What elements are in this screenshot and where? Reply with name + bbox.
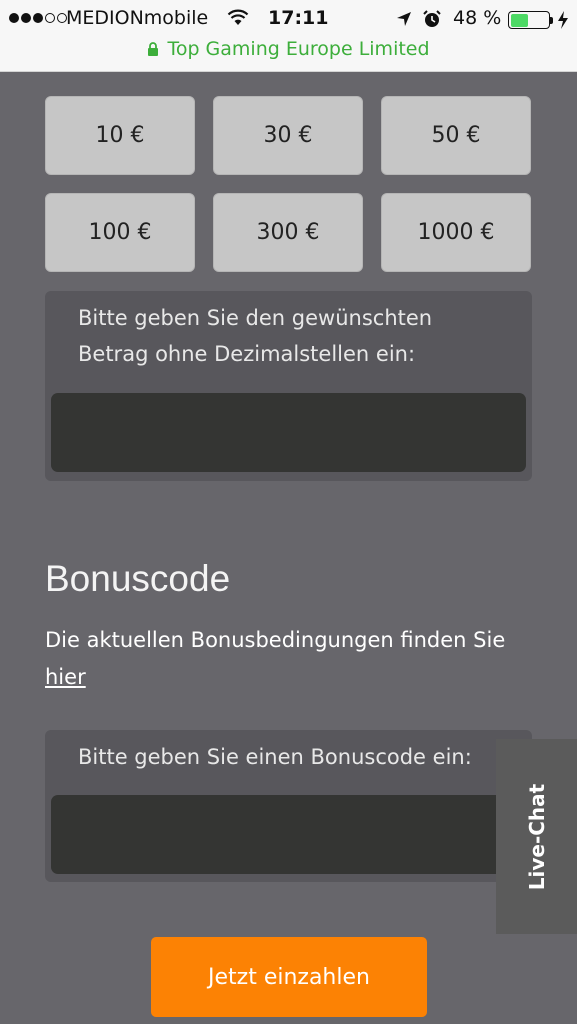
custom-amount-label: Bitte geben Sie den gewünschten Betrag o… [78,306,433,366]
amount-button-30[interactable]: 30 € [213,96,363,175]
amount-button-50[interactable]: 50 € [381,96,531,175]
bonus-code-input[interactable] [51,795,526,874]
page-security-title[interactable]: Top Gaming Europe Limited [0,38,577,60]
battery-cap [550,17,553,24]
bonus-heading: Bonuscode [45,558,231,599]
signal-strength-icon [9,13,67,23]
amount-button-1000[interactable]: 1000 € [381,193,531,272]
amount-button-10[interactable]: 10 € [45,96,195,175]
amount-button-300[interactable]: 300 € [213,193,363,272]
live-chat-button[interactable]: Live-Chat [496,739,577,934]
custom-amount-panel: Bitte geben Sie den gewünschten Betrag o… [45,291,532,481]
clock-time: 17:11 [268,7,329,29]
amount-button-100[interactable]: 100 € [45,193,195,272]
battery-icon [508,11,550,29]
lock-icon [148,42,159,56]
bonus-info-text: Die aktuellen Bonusbedingungen finden Si… [45,622,515,696]
charging-bolt-icon [558,11,568,29]
bonus-code-panel: Bitte geben Sie einen Bonuscode ein: [45,730,532,882]
status-bar: MEDIONmobile 17:11 48 % Top Gaming Europ… [0,0,577,72]
carrier-name: MEDIONmobile [66,7,209,29]
live-chat-label: Live-Chat [524,783,549,890]
alarm-clock-icon [423,10,441,27]
bonus-info-sentence: Die aktuellen Bonusbedingungen finden Si… [45,628,506,652]
deposit-submit-button[interactable]: Jetzt einzahlen [151,937,427,1017]
site-owner-label: Top Gaming Europe Limited [167,38,430,60]
location-arrow-icon [397,12,411,26]
custom-amount-input[interactable] [51,393,526,472]
bonus-terms-link[interactable]: hier [45,665,86,689]
battery-percentage: 48 % [453,7,502,29]
wifi-icon [227,9,249,25]
bonus-code-label: Bitte geben Sie einen Bonuscode ein: [78,745,472,769]
